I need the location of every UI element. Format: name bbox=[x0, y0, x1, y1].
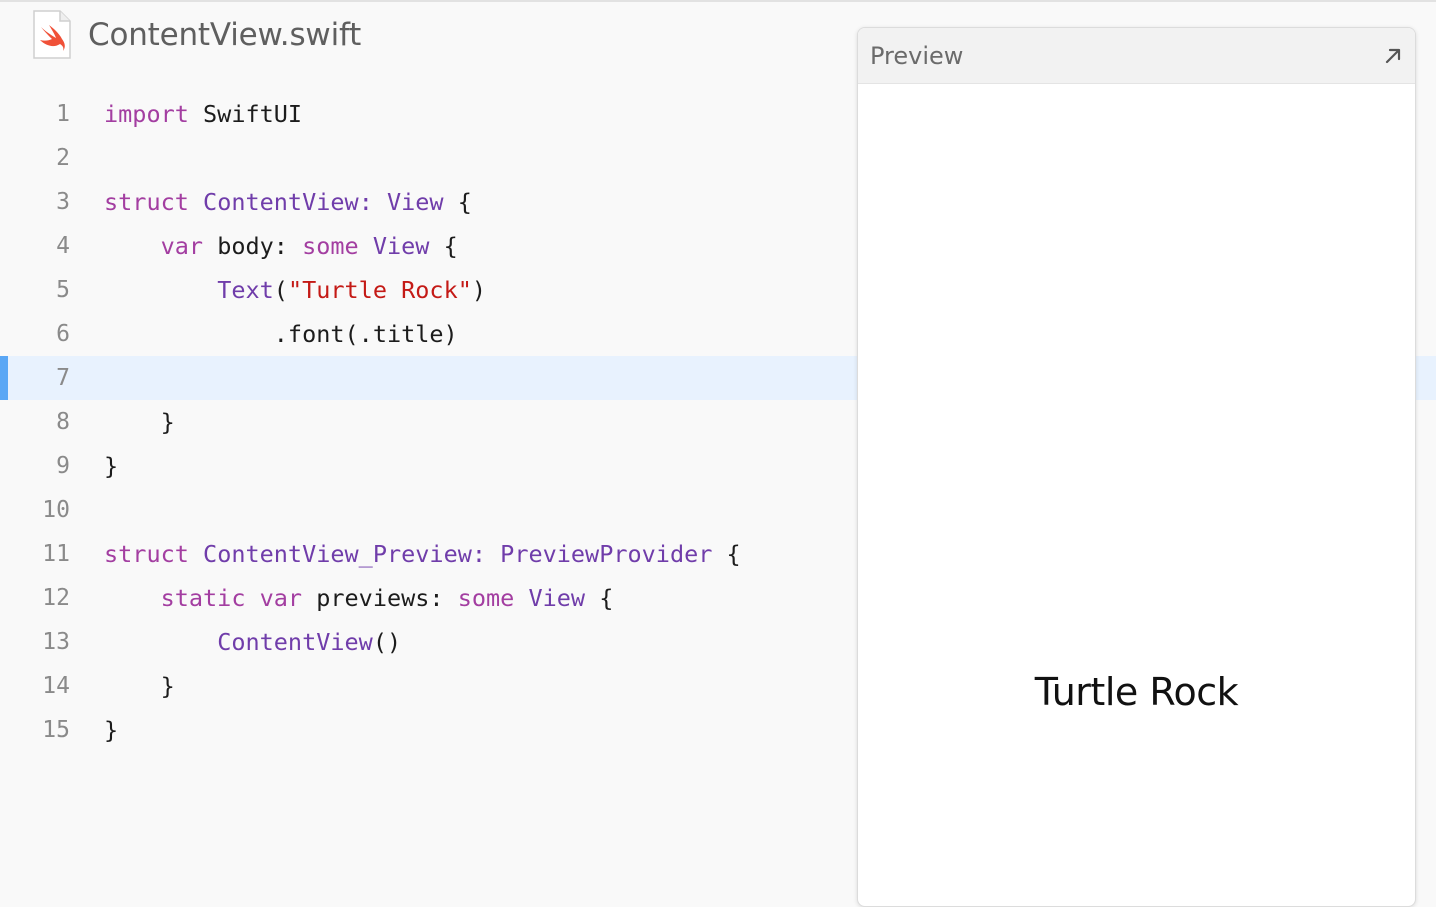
code-token: { bbox=[429, 232, 458, 260]
code-token: } bbox=[104, 408, 175, 436]
code-text: var body: some View { bbox=[104, 224, 458, 268]
code-text: struct ContentView: View { bbox=[104, 180, 472, 224]
code-token: struct bbox=[104, 188, 189, 216]
code-token: { bbox=[712, 540, 741, 568]
code-token: ( bbox=[273, 276, 288, 304]
file-title[interactable]: ContentView.swift bbox=[88, 17, 361, 53]
line-number: 15 bbox=[42, 717, 70, 743]
code-token: struct bbox=[104, 540, 189, 568]
code-token: previews: bbox=[302, 584, 458, 612]
line-number: 14 bbox=[42, 673, 70, 699]
code-token: : bbox=[358, 188, 387, 216]
code-text: struct ContentView_Preview: PreviewProvi… bbox=[104, 532, 741, 576]
code-token: } bbox=[104, 672, 175, 700]
line-number: 1 bbox=[56, 101, 70, 127]
code-text: Text("Turtle Rock") bbox=[104, 268, 486, 312]
code-token: "Turtle Rock" bbox=[287, 276, 472, 304]
code-token: { bbox=[443, 188, 472, 216]
line-number: 6 bbox=[56, 321, 70, 347]
code-token: { bbox=[585, 584, 614, 612]
code-token: ContentView bbox=[217, 628, 373, 656]
code-token: } bbox=[104, 716, 119, 744]
code-text: import SwiftUI bbox=[104, 92, 302, 136]
line-number: 2 bbox=[56, 145, 70, 171]
line-number: 9 bbox=[56, 453, 70, 479]
preview-title: Preview bbox=[870, 41, 964, 70]
line-number: 3 bbox=[56, 189, 70, 215]
code-token: some bbox=[457, 584, 515, 612]
line-number: 10 bbox=[42, 497, 70, 523]
code-token: ContentView bbox=[203, 188, 359, 216]
code-token: View bbox=[528, 584, 586, 612]
file-header: ContentView.swift bbox=[32, 10, 361, 60]
preview-header: Preview bbox=[858, 28, 1415, 84]
code-text: } bbox=[104, 400, 175, 444]
code-text: } bbox=[104, 444, 118, 488]
code-token: ContentView_Preview bbox=[203, 540, 472, 568]
code-token: PreviewProvider bbox=[500, 540, 713, 568]
expand-arrow-icon[interactable] bbox=[1381, 44, 1405, 68]
line-number: 13 bbox=[42, 629, 70, 655]
code-token: SwiftUI bbox=[188, 100, 303, 128]
preview-rendered-text: Turtle Rock bbox=[1034, 670, 1239, 714]
line-number: 8 bbox=[56, 409, 70, 435]
code-token: ) bbox=[471, 276, 487, 304]
line-number: 4 bbox=[56, 233, 70, 259]
code-text: } bbox=[104, 664, 175, 708]
line-number: 12 bbox=[42, 585, 70, 611]
preview-canvas: Turtle Rock bbox=[858, 84, 1415, 906]
line-number: 5 bbox=[56, 277, 70, 303]
code-token: : bbox=[471, 540, 501, 568]
code-text: ContentView() bbox=[104, 620, 401, 664]
swift-file-icon bbox=[32, 10, 72, 60]
code-text: static var previews: some View { bbox=[104, 576, 614, 620]
code-token: () bbox=[372, 628, 402, 656]
code-token: var bbox=[160, 232, 204, 260]
code-token: import bbox=[104, 100, 189, 128]
code-token: static bbox=[160, 584, 246, 612]
window-top-divider bbox=[0, 0, 1436, 2]
code-token: body: bbox=[203, 232, 303, 260]
code-token: .font(.title) bbox=[104, 320, 458, 348]
line-number: 11 bbox=[42, 541, 70, 567]
code-token: Text bbox=[217, 276, 274, 304]
code-text: .font(.title) bbox=[104, 312, 458, 356]
code-token: some bbox=[302, 232, 359, 260]
code-token: View bbox=[386, 188, 444, 216]
code-token: var bbox=[259, 584, 303, 612]
code-text: } bbox=[104, 708, 118, 752]
code-token: View bbox=[372, 232, 430, 260]
preview-panel: Preview Turtle Rock bbox=[857, 27, 1416, 907]
line-number: 7 bbox=[56, 365, 70, 391]
code-token: } bbox=[104, 452, 119, 480]
